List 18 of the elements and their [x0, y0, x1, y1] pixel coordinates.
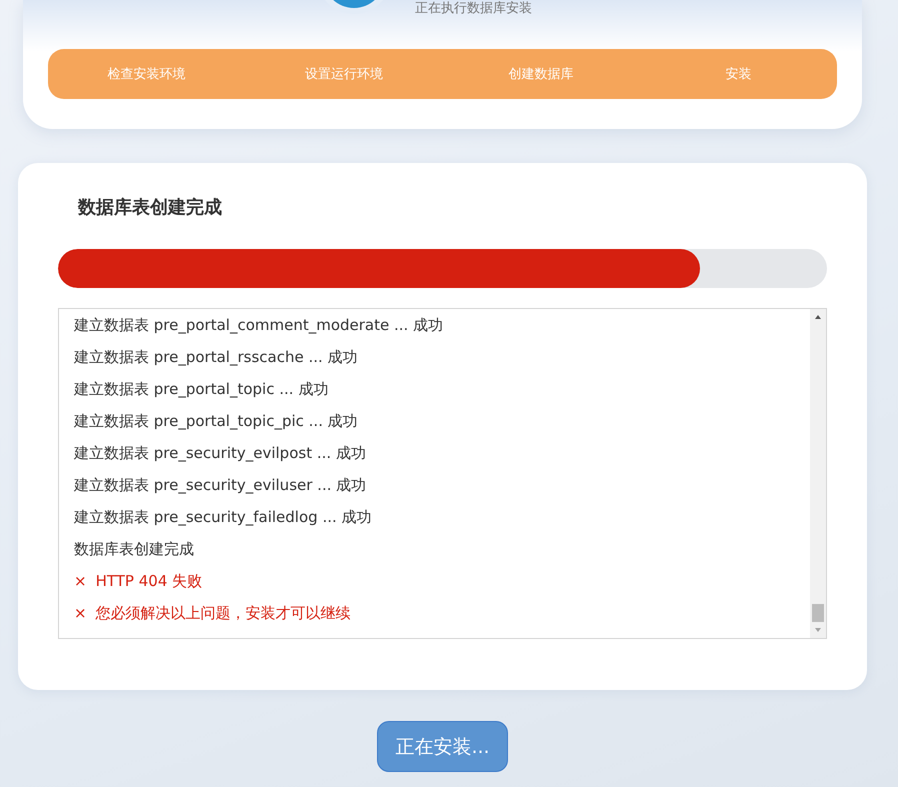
step-label: 创建数据库 [508, 66, 575, 83]
step-label: 安装 [724, 66, 752, 83]
log-line: × 您必须解决以上问题，安装才可以继续 [74, 603, 352, 624]
log-line: 建立数据表 pre_security_eviluser ... 成功 [74, 475, 368, 496]
log-line: × HTTP 404 失败 [74, 571, 204, 592]
step-label: 检查安装环境 [106, 66, 187, 83]
step-label: 设置运行环境 [304, 66, 384, 83]
log-line: 建立数据表 pre_portal_topic ... 成功 [74, 379, 330, 400]
log-line: 数据库表创建完成 [74, 539, 195, 560]
install-button[interactable]: 正在安装... [377, 721, 508, 772]
progress-title: 数据库表创建完成 [78, 196, 223, 220]
log-line: 建立数据表 pre_security_evilpost ... 成功 [74, 443, 367, 464]
log-line: 建立数据表 pre_portal_comment_moderate ... 成功 [74, 315, 444, 336]
scrollbar[interactable] [810, 309, 826, 638]
log-line: 建立数据表 pre_security_failedlog ... 成功 [74, 507, 373, 528]
log-line: 建立数据表 pre_portal_topic_pic ... 成功 [74, 411, 359, 432]
log-line: 建立数据表 pre_portal_rsscache ... 成功 [74, 347, 359, 368]
step-subtitle: 正在执行数据库安装 [415, 1, 532, 17]
